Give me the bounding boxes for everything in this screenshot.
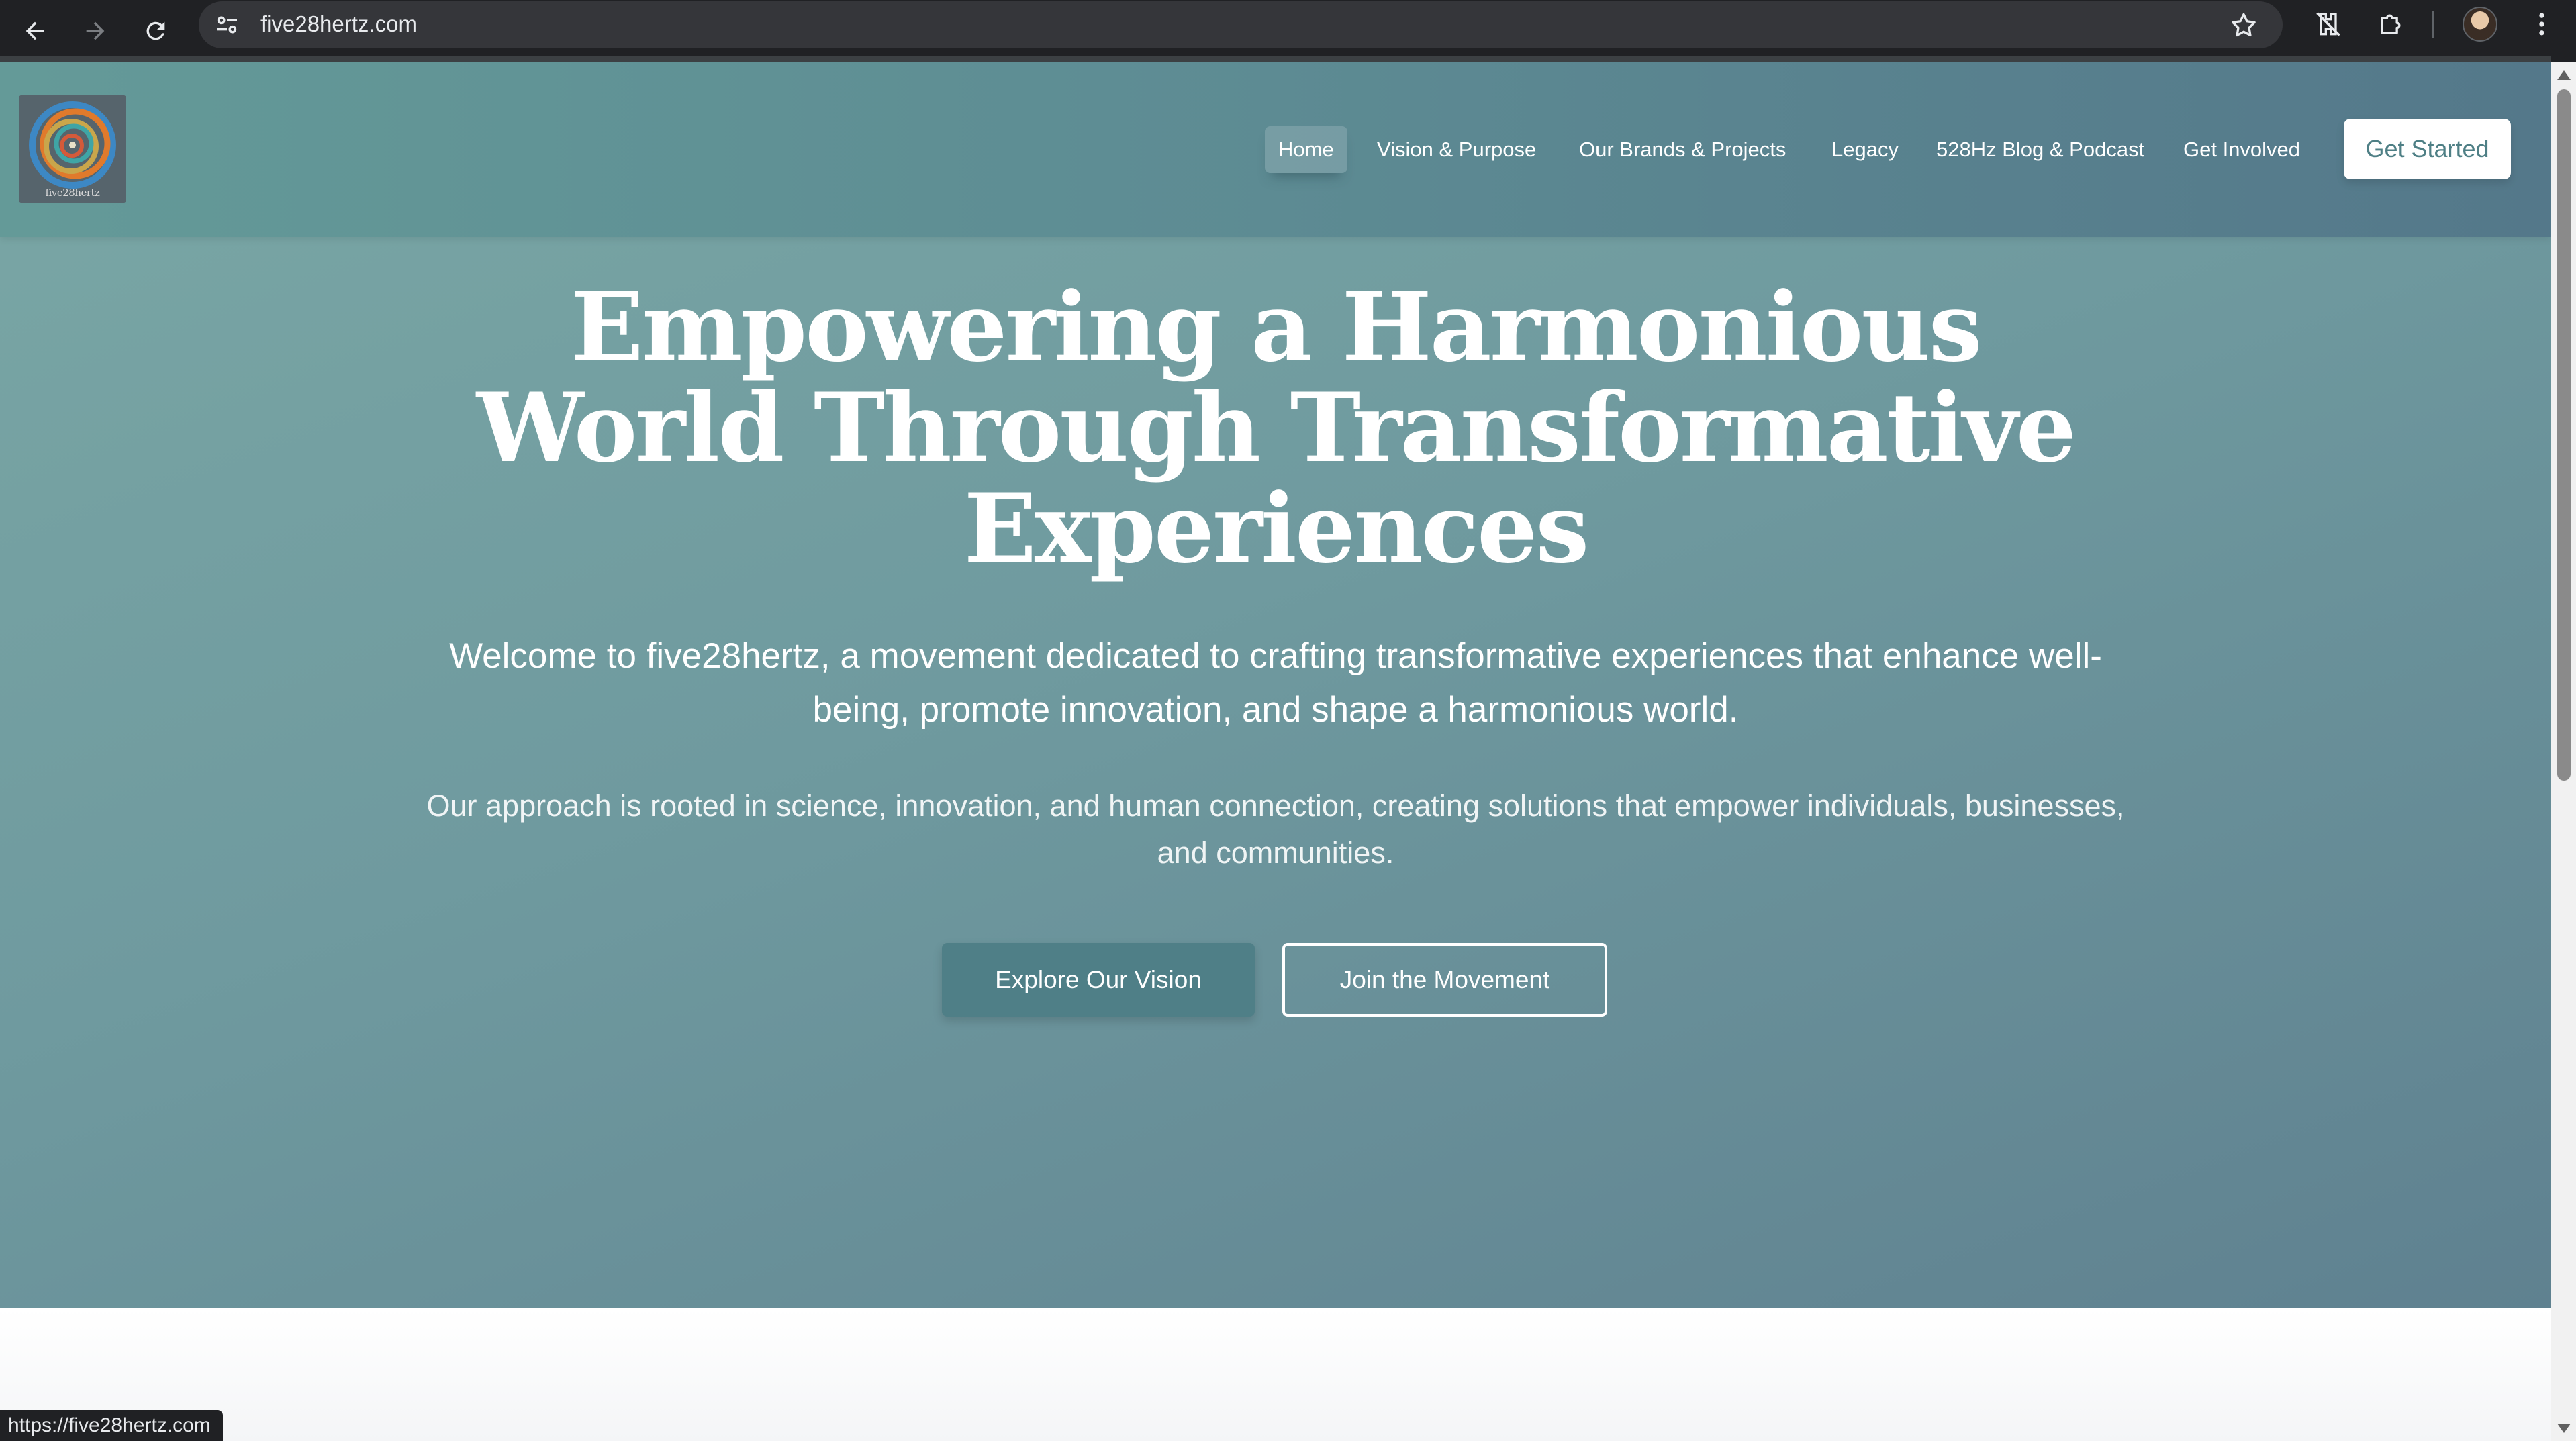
nav-vision-purpose[interactable]: Vision & Purpose: [1377, 126, 1536, 173]
get-started-button[interactable]: Get Started: [2344, 119, 2511, 179]
browser-menu-button[interactable]: [2524, 7, 2559, 42]
explore-vision-button[interactable]: Explore Our Vision: [942, 943, 1255, 1017]
extension-crossed-icon: [2316, 12, 2340, 36]
puzzle-icon: [2381, 14, 2401, 34]
forward-arrow-icon: [86, 21, 105, 40]
profile-avatar[interactable]: [2463, 7, 2497, 42]
nav-get-involved[interactable]: Get Involved: [2183, 126, 2300, 173]
page-viewport: five28hertz Home Vision & Purpose Our Br…: [0, 62, 2551, 1441]
url-text[interactable]: five28hertz.com: [260, 9, 417, 39]
back-button[interactable]: [12, 8, 58, 54]
site-settings-icon[interactable]: [213, 11, 240, 38]
nav-legacy[interactable]: Legacy: [1831, 126, 1899, 173]
next-section: [0, 1308, 2551, 1441]
hero-lead-text: Welcome to five28hertz, a movement dedic…: [449, 636, 2102, 730]
nav-home[interactable]: Home: [1265, 126, 1347, 173]
kebab-menu-icon: [2539, 13, 2544, 36]
browser-toolbar: five28hertz.com: [0, 0, 2576, 62]
nav-blog-podcast[interactable]: 528Hz Blog & Podcast: [1936, 126, 2144, 173]
headline-line: World Through Transformative: [476, 372, 2077, 484]
nav-brands-projects[interactable]: Our Brands & Projects: [1579, 126, 1786, 173]
headline-line: Empowering a Harmonious: [571, 272, 1982, 383]
scroll-down-arrow-icon[interactable]: [2557, 1424, 2571, 1433]
hero-sub-text: Our approach is rooted in science, innov…: [426, 789, 2125, 870]
hero-headline: Empowering a Harmonious World Through Tr…: [269, 277, 2283, 579]
join-movement-button[interactable]: Join the Movement: [1282, 943, 1607, 1017]
scroll-up-arrow-icon[interactable]: [2557, 70, 2571, 80]
scroll-thumb[interactable]: [2557, 89, 2571, 781]
extension-button[interactable]: [2311, 7, 2346, 42]
bookmark-star-icon[interactable]: [2229, 11, 2258, 40]
extensions-menu-button[interactable]: [2373, 7, 2408, 42]
link-status-bubble: https://five28hertz.com: [0, 1410, 223, 1441]
hero-section: five28hertz Home Vision & Purpose Our Br…: [0, 62, 2551, 1308]
logo-text: five28hertz: [45, 187, 100, 199]
forward-button[interactable]: [73, 8, 118, 54]
toolbar-separator: [2432, 11, 2434, 38]
reload-icon: [146, 21, 165, 40]
back-arrow-icon: [26, 21, 44, 40]
site-logo[interactable]: five28hertz: [19, 95, 126, 203]
headline-line: Experiences: [963, 473, 1590, 585]
address-bar[interactable]: five28hertz.com: [199, 1, 2283, 48]
page-scrollbar[interactable]: [2551, 62, 2576, 1441]
toolbar-border: [0, 56, 2551, 62]
reload-button[interactable]: [133, 8, 179, 54]
site-header: five28hertz Home Vision & Purpose Our Br…: [0, 62, 2551, 237]
